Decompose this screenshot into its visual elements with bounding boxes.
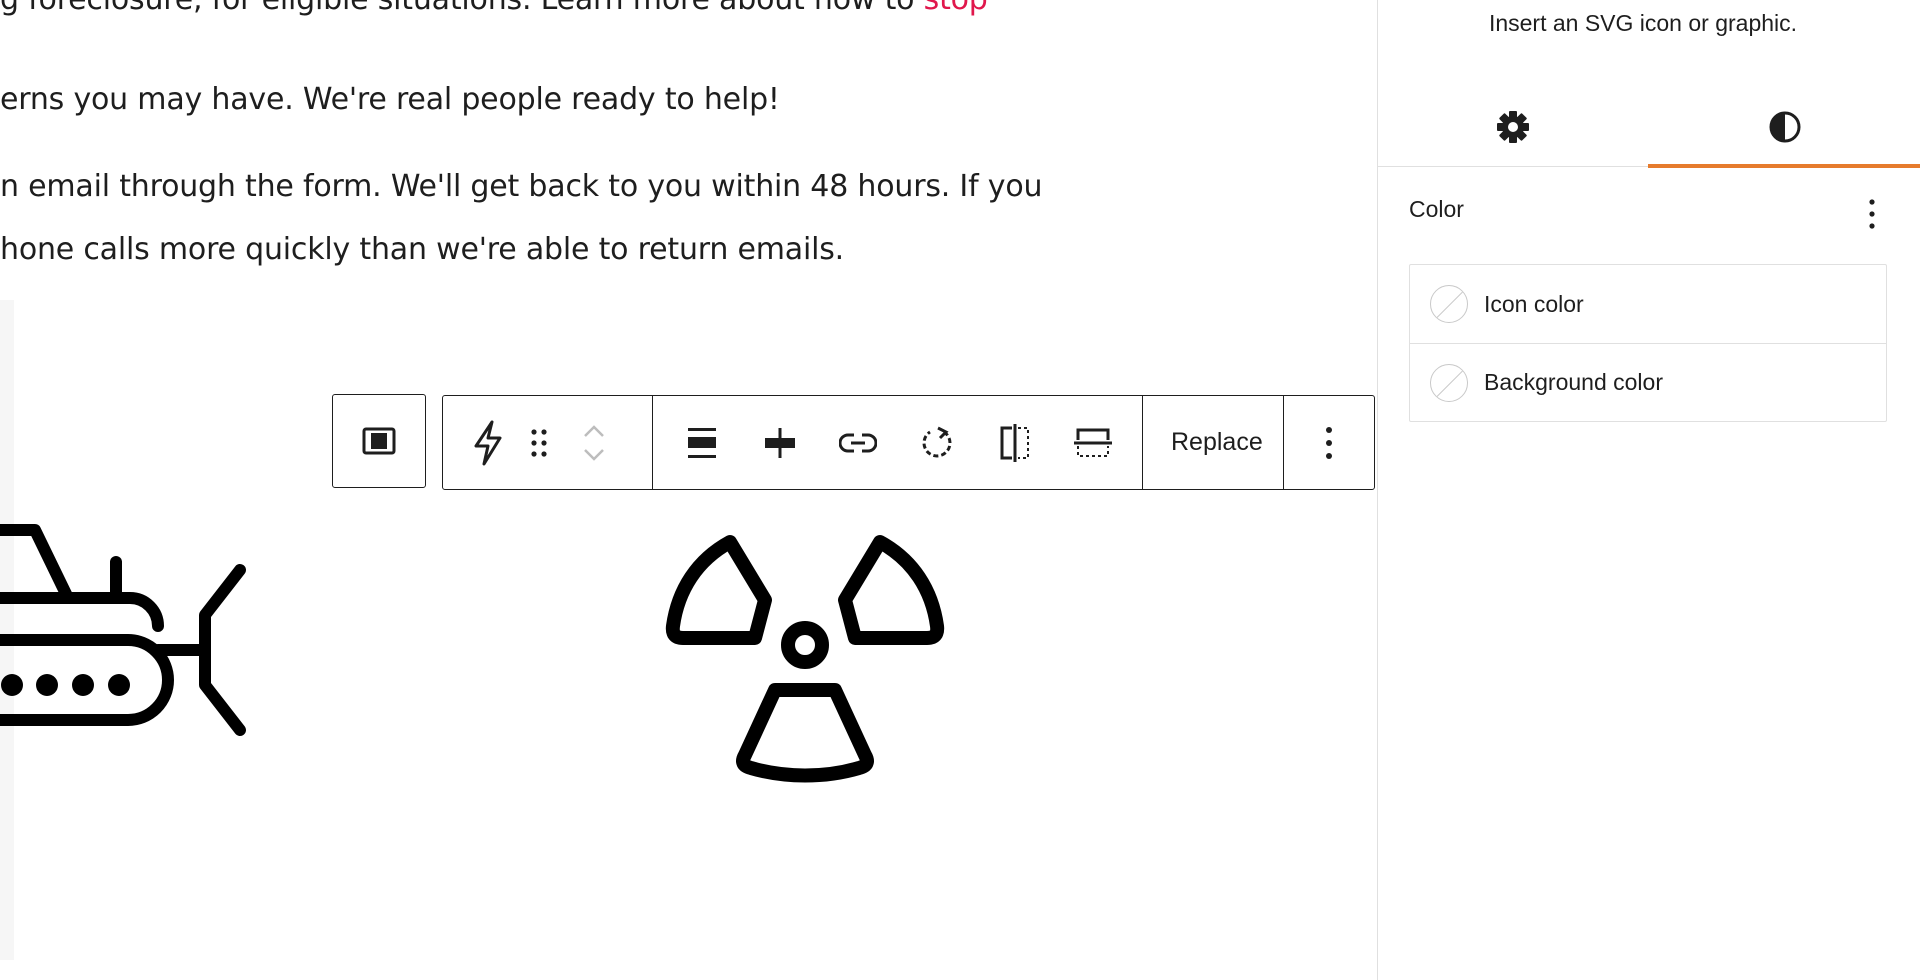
drag-handle-button[interactable] xyxy=(509,396,569,489)
styles-contrast-icon xyxy=(1769,111,1800,143)
background-color-item[interactable]: Background color xyxy=(1410,343,1886,421)
move-up-icon[interactable] xyxy=(582,424,606,438)
move-down-icon[interactable] xyxy=(582,448,606,462)
block-type-group xyxy=(443,396,653,489)
paragraph-line-4[interactable]: hone calls more quickly than we're able … xyxy=(0,218,844,281)
select-parent-button[interactable] xyxy=(332,394,426,488)
paragraph-line-2[interactable]: erns you may have. We're real people rea… xyxy=(0,68,780,131)
stop-foreclosure-link[interactable]: stop xyxy=(924,0,988,17)
lightning-icon xyxy=(474,420,502,465)
justify-button[interactable] xyxy=(672,396,732,489)
inspector-tabs xyxy=(1378,88,1920,168)
align-button[interactable] xyxy=(750,396,810,489)
block-tools-group xyxy=(653,396,1143,489)
justify-icon xyxy=(688,427,717,458)
link-button[interactable] xyxy=(828,396,888,489)
editor-canvas: g foreclosure, for eligible situations. … xyxy=(0,0,1377,980)
paragraph-line-1[interactable]: g foreclosure, for eligible situations. … xyxy=(0,0,988,31)
color-settings-list: Icon color Background color xyxy=(1409,264,1887,422)
icon-color-item[interactable]: Icon color xyxy=(1410,265,1886,343)
replace-group: Replace xyxy=(1143,396,1284,489)
flip-vertical-icon xyxy=(1073,428,1112,457)
icon-color-label: Icon color xyxy=(1484,290,1584,317)
more-vertical-icon xyxy=(1869,199,1875,229)
gear-icon xyxy=(1497,111,1529,143)
flip-vertical-button[interactable] xyxy=(1063,396,1123,489)
mover-group xyxy=(569,396,619,489)
options-group xyxy=(1284,396,1374,489)
align-center-icon xyxy=(765,427,796,458)
color-options-button[interactable] xyxy=(1862,196,1882,232)
bulldozer-icon[interactable] xyxy=(0,520,250,740)
block-toolbar: Replace xyxy=(442,395,1375,490)
background-color-label: Background color xyxy=(1484,369,1663,395)
transform-block-button[interactable] xyxy=(467,396,509,489)
block-options-button[interactable] xyxy=(1284,396,1374,489)
block-description: Insert an SVG icon or graphic. xyxy=(1488,10,1798,36)
rotate-button[interactable] xyxy=(907,396,967,489)
color-panel-title: Color xyxy=(1409,196,1464,222)
drag-handle-icon xyxy=(531,428,547,457)
more-options-icon xyxy=(1326,426,1332,459)
tab-styles[interactable] xyxy=(1648,88,1920,168)
no-color-swatch-icon xyxy=(1430,285,1468,323)
flip-horizontal-icon xyxy=(1000,423,1029,462)
paragraph-line-3[interactable]: n email through the form. We'll get back… xyxy=(0,155,1043,218)
rotate-icon xyxy=(922,426,951,457)
replace-button[interactable]: Replace xyxy=(1143,396,1291,489)
link-icon xyxy=(839,433,878,452)
flip-horizontal-button[interactable] xyxy=(985,396,1045,489)
parent-block-icon xyxy=(333,395,425,487)
paragraph-text: g foreclosure, for eligible situations. … xyxy=(0,0,924,17)
block-inspector-sidebar: Insert an SVG icon or graphic. Color Ico… xyxy=(1377,0,1920,980)
no-color-swatch-icon xyxy=(1430,363,1468,402)
radiation-icon[interactable] xyxy=(665,530,945,790)
tab-settings[interactable] xyxy=(1378,88,1648,166)
